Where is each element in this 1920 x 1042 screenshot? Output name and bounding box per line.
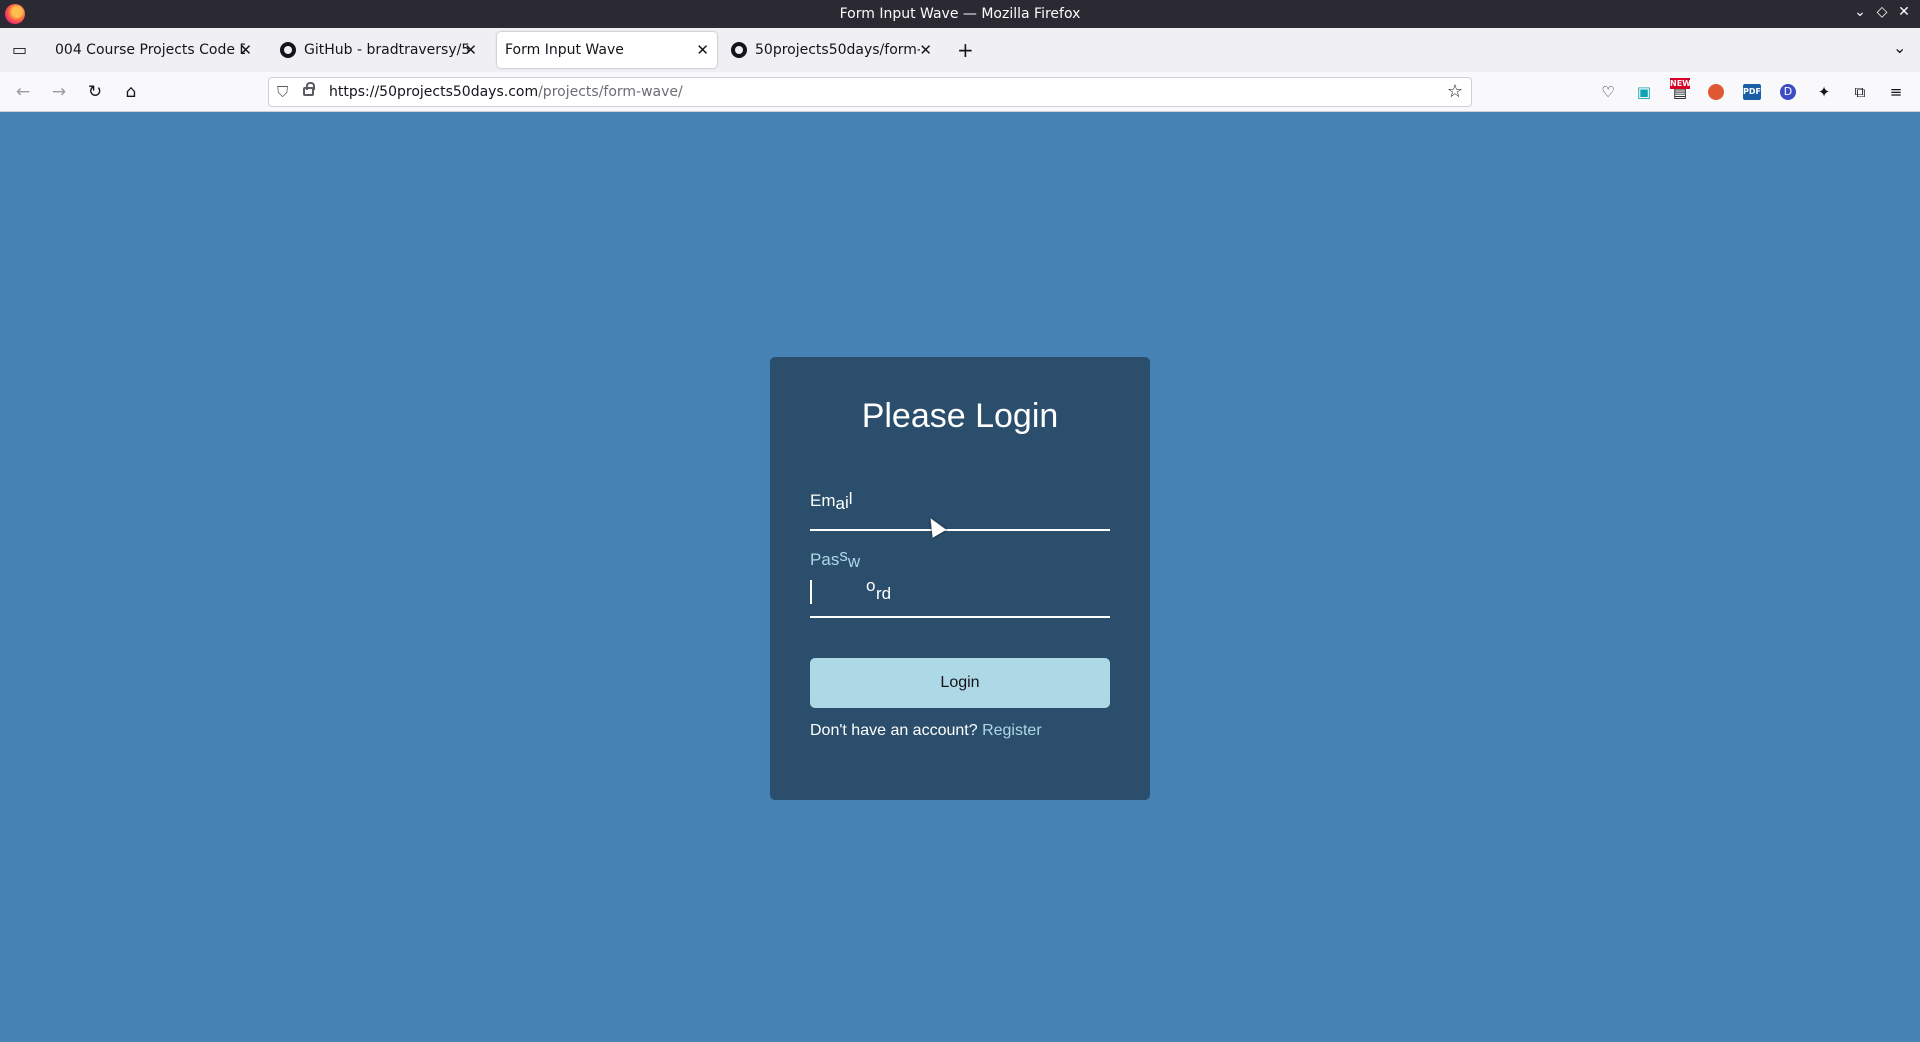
password-label-letter: s <box>839 546 848 565</box>
maximize-icon[interactable]: ◇ <box>1872 4 1892 20</box>
tab-label: 50projects50days/form-inp <box>755 42 920 58</box>
close-window-icon[interactable]: ✕ <box>1894 4 1914 20</box>
url-bar[interactable]: ⛉ https://50projects50days.com/projects/… <box>268 77 1472 107</box>
screenshot-extension-icon[interactable]: ✦ <box>1814 82 1834 102</box>
password-label-letter: s <box>830 550 840 569</box>
tab-close-icon[interactable]: ✕ <box>239 41 252 59</box>
password-label-letter: w <box>847 552 861 571</box>
register-prompt: Don't have an account? <box>810 722 978 739</box>
github-icon <box>731 42 747 58</box>
firefox-view-icon[interactable]: ▭ <box>12 40 27 59</box>
tracking-protection-icon[interactable]: ⛉ <box>277 83 288 101</box>
password-field[interactable]: Passw o rd <box>810 546 1110 618</box>
bookmark-star-icon[interactable]: ☆ <box>1447 81 1463 102</box>
tab-label: Form Input Wave <box>505 42 624 58</box>
window-title: Form Input Wave — Mozilla Firefox <box>839 6 1081 22</box>
register-link[interactable]: Register <box>982 722 1042 739</box>
login-heading: Please Login <box>861 397 1059 435</box>
email-label-letter: E <box>810 491 822 510</box>
d-extension-icon[interactable]: D <box>1780 84 1796 100</box>
nav-bar: ← → ↻ ⌂ ⛉ https://50projects50days.com/p… <box>0 72 1920 112</box>
tab-close-icon[interactable]: ✕ <box>919 41 932 59</box>
pocket-icon[interactable]: ♡ <box>1598 82 1618 102</box>
forward-icon[interactable]: → <box>47 80 71 104</box>
minimize-icon[interactable]: ⌄ <box>1850 4 1870 20</box>
lock-icon[interactable] <box>303 82 315 96</box>
page-content: Please Login Email Passw o rd Login Don'… <box>0 113 1920 1042</box>
url-path: /projects/form-wave/ <box>538 84 683 100</box>
home-icon[interactable]: ⌂ <box>119 80 143 104</box>
duckduckgo-icon[interactable] <box>1708 84 1724 100</box>
app-menu-icon[interactable]: ≡ <box>1886 82 1906 102</box>
tab-github-form-input[interactable]: 50projects50days/form-inp ✕ <box>725 32 940 68</box>
password-label: Passw <box>810 546 861 571</box>
tab-label: 004 Course Projects Code Den <box>55 42 245 58</box>
pdf-extension-icon[interactable]: PDF <box>1743 84 1761 100</box>
password-label-letter: P <box>810 550 822 569</box>
email-label-letter: a <box>835 494 845 513</box>
password-label-letters: rd <box>876 584 892 603</box>
back-icon[interactable]: ← <box>11 80 35 104</box>
email-label-letter: m <box>821 491 836 510</box>
url-text[interactable]: https://50projects50days.com/projects/fo… <box>329 84 683 100</box>
tab-close-icon[interactable]: ✕ <box>464 41 477 59</box>
login-card: Please Login Email Passw o rd Login Don'… <box>770 357 1150 800</box>
email-field[interactable]: Email <box>810 481 1110 531</box>
password-label-letter: o <box>866 576 876 595</box>
tab-course-projects[interactable]: 004 Course Projects Code Den ✕ <box>45 32 260 68</box>
email-underline <box>810 529 1110 531</box>
list-all-tabs-icon[interactable]: ⌄ <box>1893 38 1906 57</box>
register-prompt-line: Don't have an account? Register <box>810 722 1042 740</box>
tab-close-icon[interactable]: ✕ <box>696 41 709 59</box>
news-badge: NEW <box>1670 78 1691 89</box>
url-host: https://50projects50days.com <box>329 84 539 100</box>
github-icon <box>280 42 296 58</box>
tab-github-repo[interactable]: GitHub - bradtraversy/50p ✕ <box>270 32 485 68</box>
tab-bar: ▭ 004 Course Projects Code Den ✕ GitHub … <box>0 28 1920 72</box>
email-label-letter: l <box>848 489 853 508</box>
password-label-letter: a <box>821 550 831 569</box>
tab-label: GitHub - bradtraversy/50p <box>304 42 469 58</box>
new-tab-icon[interactable]: + <box>957 38 974 62</box>
window-titlebar: Form Input Wave — Mozilla Firefox ⌄ ◇ ✕ <box>0 0 1920 28</box>
tab-form-input-wave[interactable]: Form Input Wave ✕ <box>497 32 717 68</box>
save-icon[interactable]: ▣ <box>1634 82 1654 102</box>
login-button[interactable]: Login <box>810 658 1110 708</box>
email-label: Email <box>810 489 853 513</box>
password-underline <box>810 616 1110 618</box>
text-caret <box>810 580 812 604</box>
reload-icon[interactable]: ↻ <box>83 80 107 104</box>
extensions-puzzle-icon[interactable]: ⧉ <box>1850 82 1870 102</box>
